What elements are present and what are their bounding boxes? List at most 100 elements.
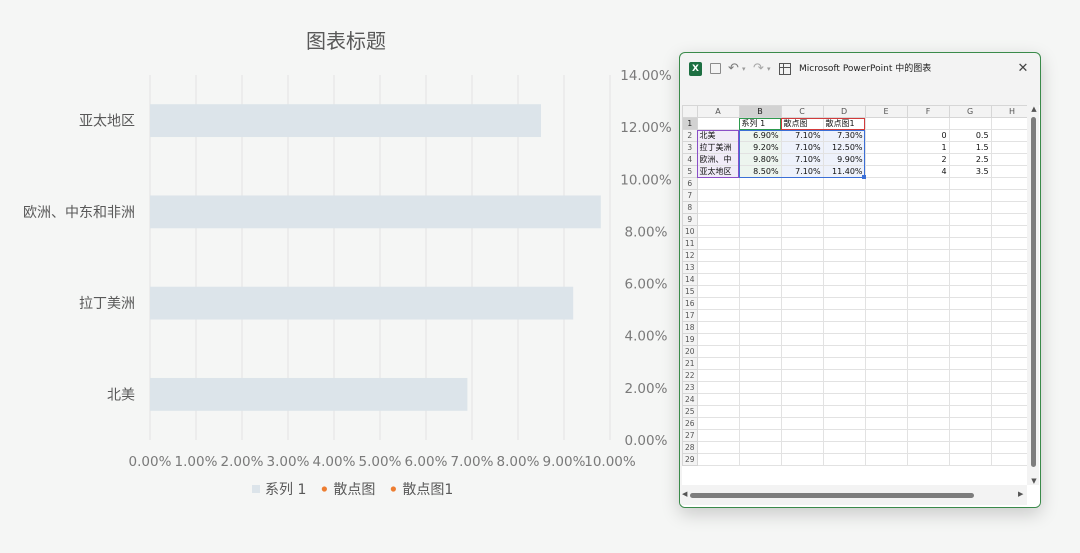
row-header[interactable]: 18 [682,321,698,334]
grid-cell[interactable] [738,453,782,466]
row-header[interactable]: 27 [682,429,698,442]
grid-cell[interactable] [696,237,740,250]
row-header[interactable]: 20 [682,345,698,358]
scroll-right-icon[interactable]: ▶ [1018,490,1023,498]
grid-cell[interactable] [822,273,866,286]
spreadsheet-grid-area[interactable]: ABCDEFGH 1 系列 1 散点图 散点图1 2 北美 6.90% 7.10% 7.30% 0… [682,105,1040,507]
grid-cell[interactable] [822,285,866,298]
scroll-down-icon[interactable]: ▼ [1029,477,1039,485]
grid-cell[interactable]: 7.10% [780,141,824,154]
column-header[interactable]: B [738,105,782,118]
row-header[interactable]: 13 [682,261,698,274]
grid-cell[interactable] [696,249,740,262]
grid-cell[interactable] [864,165,908,178]
grid-cell[interactable]: 0 [906,129,950,142]
grid-cell[interactable] [738,309,782,322]
grid-cell[interactable] [738,237,782,250]
grid-cell[interactable] [780,297,824,310]
grid-cell[interactable] [864,405,908,418]
grid-cell[interactable]: 9.90% [822,153,866,166]
grid-cell[interactable] [738,369,782,382]
grid-cell[interactable] [948,117,992,130]
grid-cell[interactable]: 2.5 [948,153,992,166]
grid-cell[interactable] [780,237,824,250]
row-header[interactable]: 22 [682,369,698,382]
grid-cell[interactable] [780,429,824,442]
grid-cell[interactable] [906,249,950,262]
grid-cell[interactable] [864,189,908,202]
column-header[interactable]: A [696,105,740,118]
grid-cell[interactable] [780,405,824,418]
grid-cell[interactable] [948,429,992,442]
row-header[interactable]: 9 [682,213,698,226]
grid-cell[interactable] [906,225,950,238]
grid-cell[interactable]: 7.30% [822,129,866,142]
grid-cell[interactable]: 9.20% [738,141,782,154]
grid-cell[interactable] [948,273,992,286]
row-header[interactable]: 28 [682,441,698,454]
grid-cell[interactable] [864,297,908,310]
scroll-left-icon[interactable]: ◀ [682,490,687,498]
row-header[interactable]: 10 [682,225,698,238]
grid-cell[interactable] [738,321,782,334]
grid-cell[interactable] [864,129,908,142]
grid-cell[interactable] [948,189,992,202]
grid-cell[interactable] [948,261,992,274]
grid-cell[interactable] [822,189,866,202]
grid-cell[interactable] [738,297,782,310]
grid-cell[interactable] [738,273,782,286]
grid-cell[interactable]: 散点图 [780,117,824,130]
grid-cell[interactable] [696,189,740,202]
grid-cell[interactable] [948,213,992,226]
grid-cell[interactable] [738,345,782,358]
grid-cell[interactable] [864,153,908,166]
grid-cell[interactable] [822,249,866,262]
grid-cell[interactable] [906,297,950,310]
grid-cell[interactable] [696,381,740,394]
grid-cell[interactable] [696,309,740,322]
redo-icon[interactable]: ↷ [753,62,767,76]
grid-cell[interactable] [696,273,740,286]
grid-cell[interactable] [864,357,908,370]
row-header[interactable]: 19 [682,333,698,346]
grid-cell[interactable] [906,237,950,250]
grid-cell[interactable] [864,249,908,262]
row-header[interactable]: 17 [682,309,698,322]
grid-cell[interactable] [822,177,866,190]
grid-cell[interactable] [906,333,950,346]
grid-cell[interactable] [696,393,740,406]
grid-cell[interactable] [864,417,908,430]
grid-cell[interactable] [780,393,824,406]
grid-cell[interactable] [864,285,908,298]
grid-cell[interactable] [696,405,740,418]
grid-cell[interactable] [948,285,992,298]
grid-cell[interactable] [780,213,824,226]
window-titlebar[interactable]: X ↶ ▾ ↷ ▾ Microsoft PowerPoint 中的图表 ✕ [680,53,1040,85]
grid-cell[interactable] [864,345,908,358]
grid-cell[interactable] [948,237,992,250]
grid-cell[interactable] [822,297,866,310]
grid-cell[interactable]: 11.40% [822,165,866,178]
grid-cell[interactable]: 亚太地区 [696,165,740,178]
grid-cell[interactable] [906,393,950,406]
grid-cell[interactable] [822,321,866,334]
grid-cell[interactable] [696,357,740,370]
grid-cell[interactable] [948,417,992,430]
grid-cell[interactable] [822,237,866,250]
grid-cell[interactable] [780,189,824,202]
grid-cell[interactable] [780,417,824,430]
grid-cell[interactable] [822,369,866,382]
column-header[interactable]: D [822,105,866,118]
row-header[interactable]: 23 [682,381,698,394]
grid-cell[interactable] [864,321,908,334]
grid-cell[interactable] [948,201,992,214]
grid-cell[interactable] [906,273,950,286]
grid-cell[interactable] [822,429,866,442]
grid-cell[interactable] [906,261,950,274]
grid-cell[interactable] [780,357,824,370]
spreadsheet-window[interactable]: X ↶ ▾ ↷ ▾ Microsoft PowerPoint 中的图表 ✕ AB… [679,52,1041,508]
grid-cell[interactable] [906,201,950,214]
row-header[interactable]: 12 [682,249,698,262]
grid-cell[interactable] [738,213,782,226]
grid-cell[interactable] [948,357,992,370]
